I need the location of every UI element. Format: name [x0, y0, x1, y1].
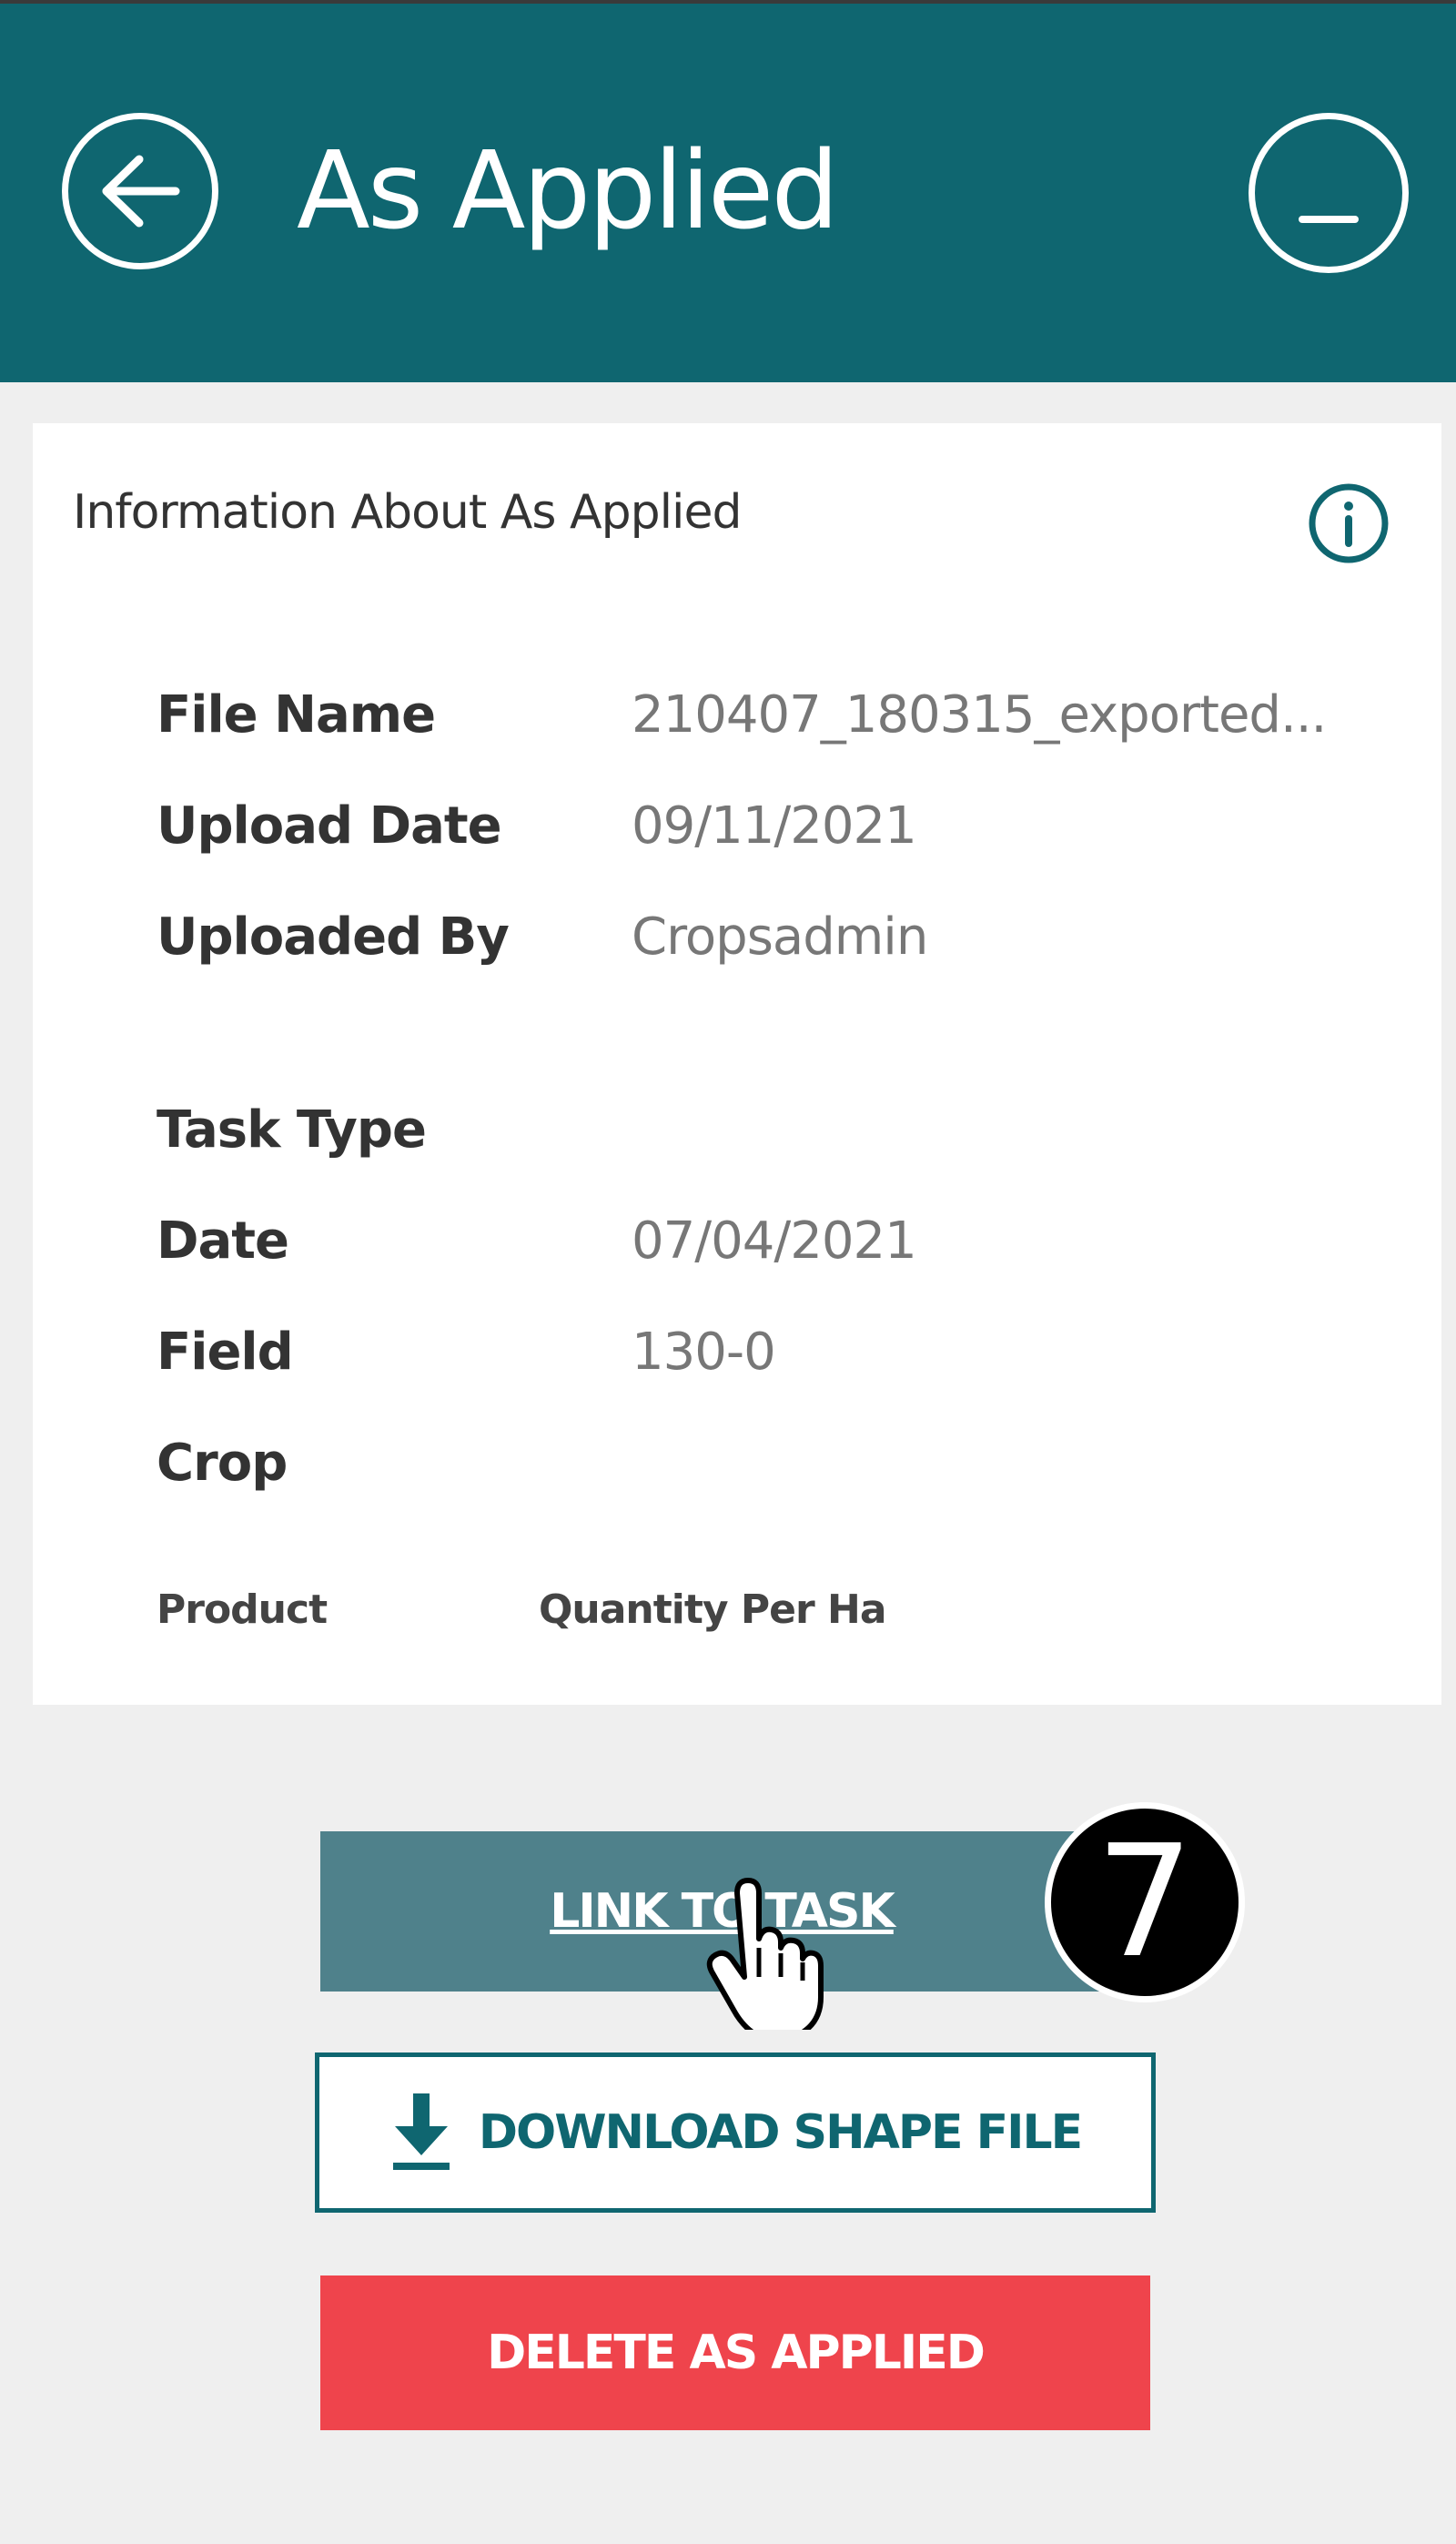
back-button[interactable]	[62, 113, 218, 269]
upload-date-value: 09/11/2021	[632, 796, 917, 856]
crop-label: Crop	[157, 1434, 288, 1493]
product-column-header: Product	[157, 1586, 328, 1633]
field-label: Field	[157, 1323, 294, 1382]
info-card: Information About As Applied File Name 2…	[33, 423, 1441, 1705]
card-title: Information About As Applied	[73, 485, 742, 540]
upload-date-label: Upload Date	[157, 796, 502, 856]
uploaded-by-value: Cropsadmin	[632, 907, 928, 967]
delete-as-applied-button[interactable]: DELETE AS APPLIED	[320, 2275, 1150, 2430]
download-shape-file-button[interactable]: DOWNLOAD SHAPE FILE	[315, 2052, 1156, 2213]
hand-cursor-icon	[706, 1878, 824, 2030]
app-header: As Applied	[0, 4, 1456, 382]
info-icon[interactable]	[1305, 480, 1392, 567]
file-name-label: File Name	[157, 685, 436, 745]
quantity-column-header: Quantity Per Ha	[539, 1586, 887, 1633]
download-icon	[392, 2093, 450, 2170]
page-title: As Applied	[297, 127, 839, 253]
step-number-badge: 7	[1045, 1802, 1245, 2002]
field-value: 130-0	[632, 1323, 776, 1382]
minus-icon	[1299, 216, 1359, 223]
minimize-button[interactable]	[1249, 113, 1409, 273]
date-value: 07/04/2021	[632, 1211, 917, 1271]
task-type-label: Task Type	[157, 1100, 427, 1160]
download-button-label: DOWNLOAD SHAPE FILE	[478, 2105, 1083, 2160]
file-name-value: 210407_180315_exported...	[632, 685, 1327, 745]
arrow-left-icon	[102, 155, 180, 228]
uploaded-by-label: Uploaded By	[157, 907, 510, 967]
date-label: Date	[157, 1211, 289, 1271]
